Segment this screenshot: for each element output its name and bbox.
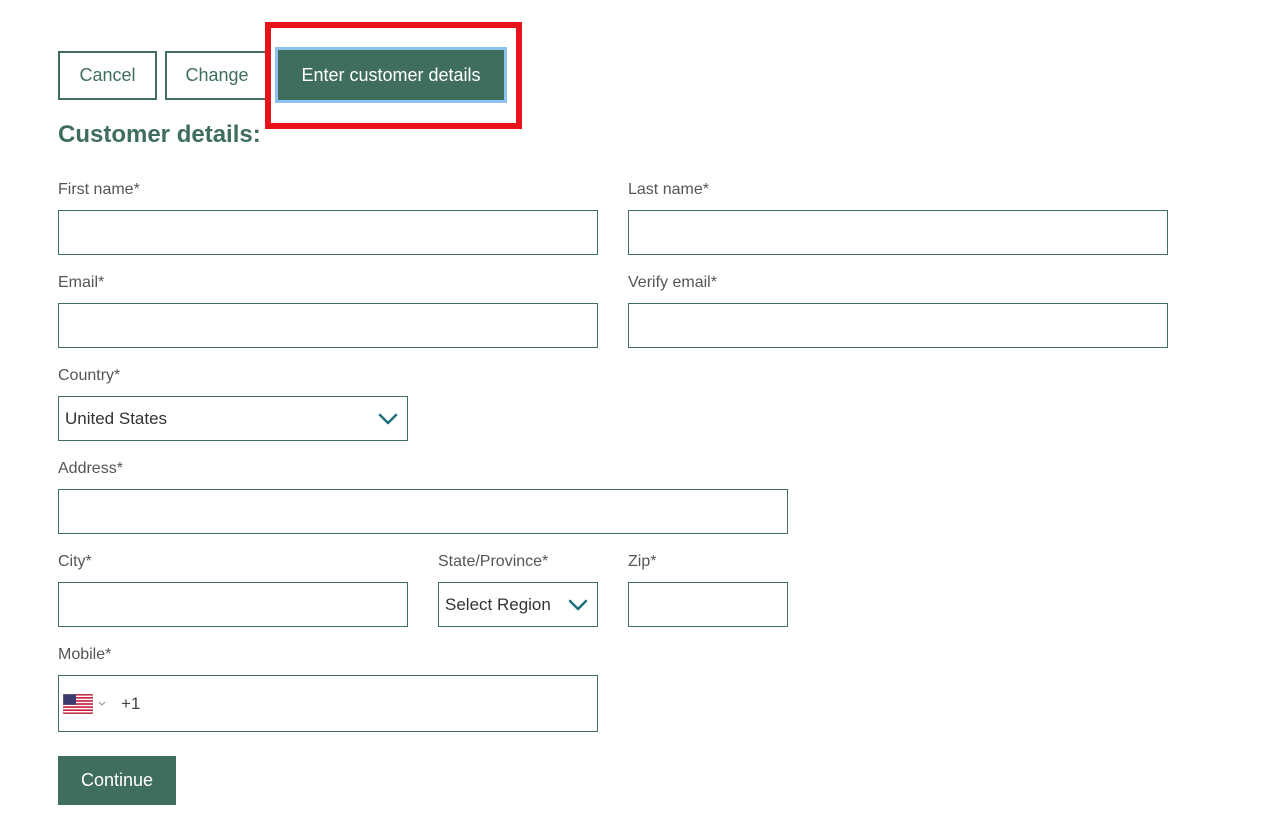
state-label: State/Province*	[438, 553, 549, 570]
zip-field[interactable]	[628, 582, 788, 627]
highlight-annotation-box	[265, 22, 522, 129]
address-input[interactable]	[59, 490, 787, 533]
first-name-input[interactable]	[59, 211, 597, 254]
first-name-field[interactable]	[58, 210, 598, 255]
chevron-down-icon	[378, 413, 398, 424]
continue-button[interactable]: Continue	[58, 756, 176, 805]
zip-label: Zip*	[628, 553, 657, 570]
email-field[interactable]	[58, 303, 598, 348]
verify-email-input[interactable]	[629, 304, 1167, 347]
mobile-field[interactable]: +1	[58, 675, 598, 732]
country-select[interactable]: United States	[58, 396, 408, 441]
state-selected-value: Select Region	[445, 594, 551, 614]
state-select[interactable]: Select Region	[438, 582, 598, 627]
customer-details-page: Cancel Change Enter customer details Cus…	[0, 0, 1284, 834]
country-label: Country*	[58, 367, 121, 384]
last-name-label: Last name*	[628, 181, 709, 198]
address-field[interactable]	[58, 489, 788, 534]
email-label: Email*	[58, 274, 105, 291]
verify-email-label: Verify email*	[628, 274, 717, 291]
city-input[interactable]	[59, 583, 407, 626]
first-name-label: First name*	[58, 181, 140, 198]
chevron-down-icon[interactable]	[97, 700, 107, 708]
mobile-label: Mobile*	[58, 646, 112, 663]
cancel-button[interactable]: Cancel	[58, 51, 157, 100]
zip-input[interactable]	[629, 583, 787, 626]
city-label: City*	[58, 553, 92, 570]
chevron-down-icon	[568, 599, 588, 610]
address-label: Address*	[58, 460, 123, 477]
city-field[interactable]	[58, 582, 408, 627]
change-button[interactable]: Change	[165, 51, 269, 100]
email-input[interactable]	[59, 304, 597, 347]
last-name-field[interactable]	[628, 210, 1168, 255]
dial-code: +1	[121, 693, 141, 713]
page-title: Customer details:	[58, 121, 261, 148]
verify-email-field[interactable]	[628, 303, 1168, 348]
last-name-input[interactable]	[629, 211, 1167, 254]
us-flag-icon[interactable]	[63, 693, 93, 714]
country-selected-value: United States	[65, 408, 168, 428]
